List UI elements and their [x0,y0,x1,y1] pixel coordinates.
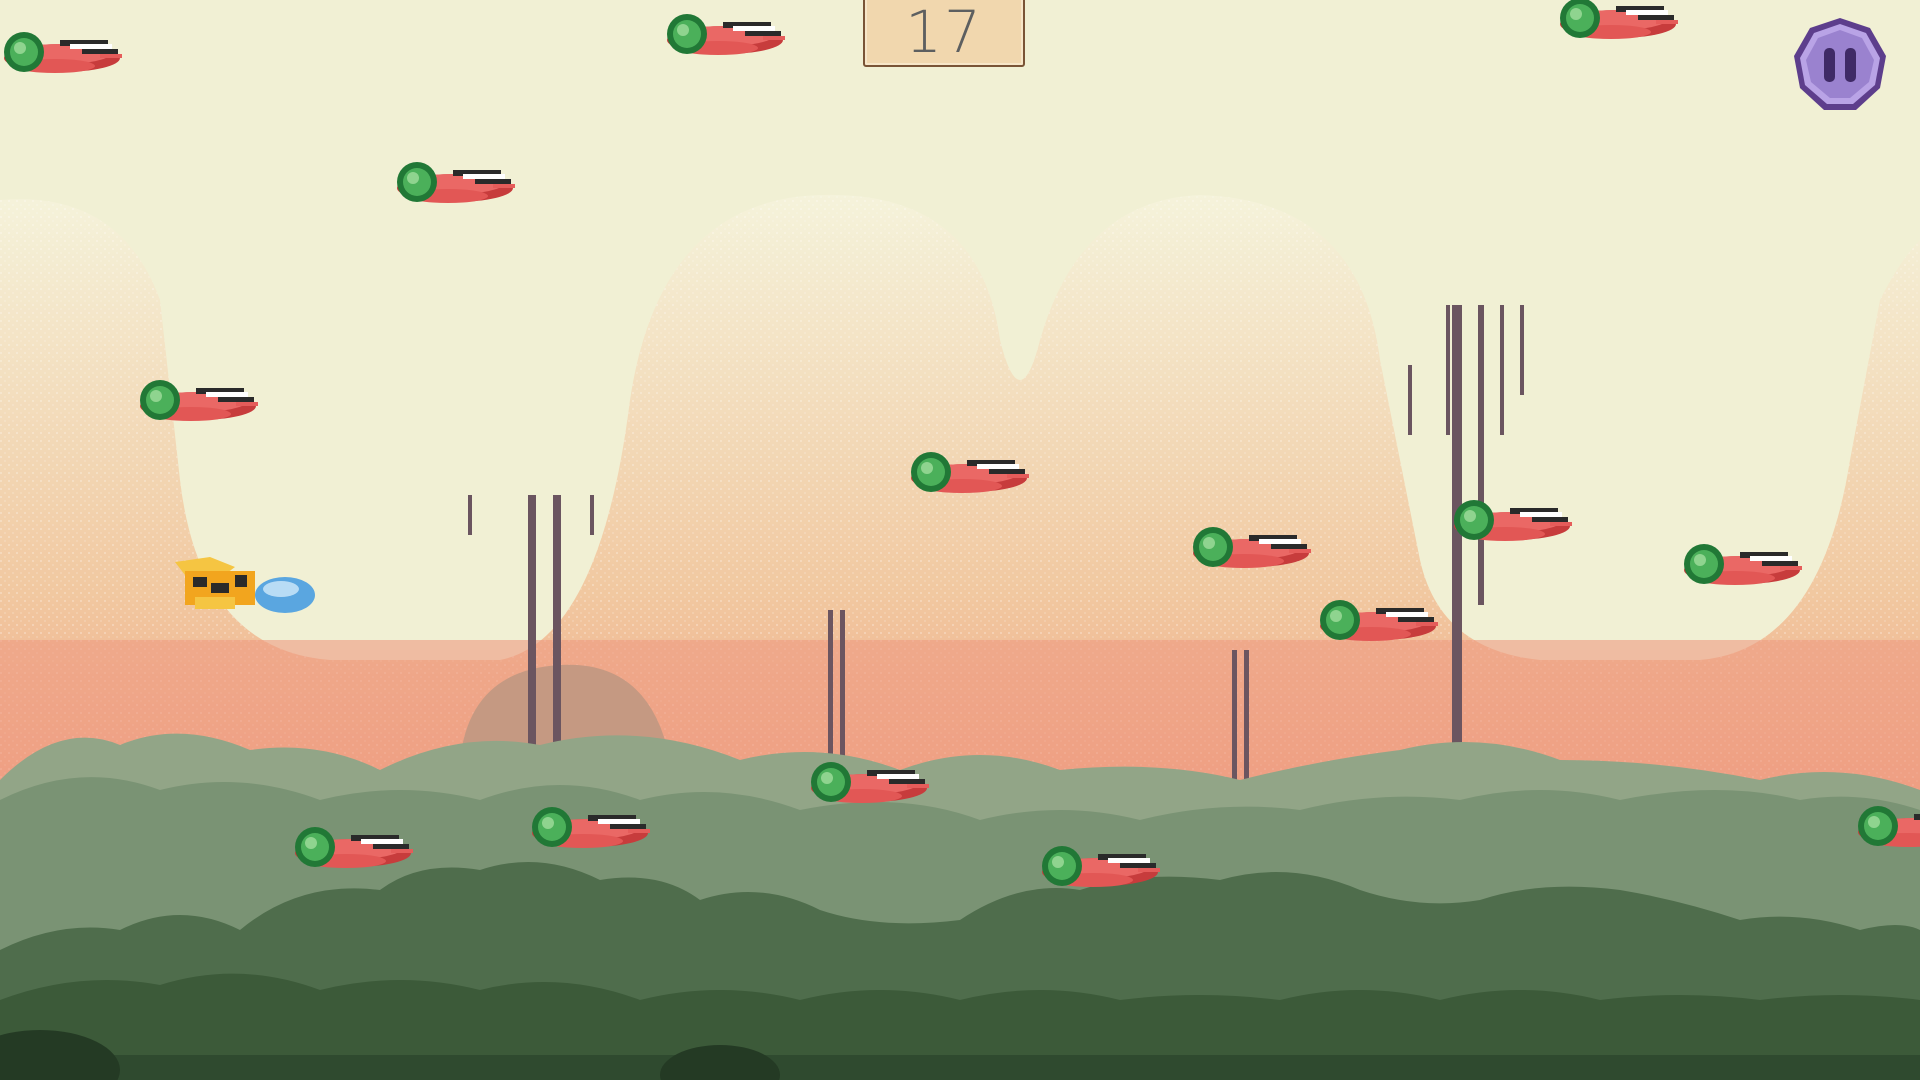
pause-icon [1794,18,1886,110]
pause-button[interactable] [1790,16,1890,116]
score-counter: 17 [863,0,1025,67]
game-scene [0,0,1920,1080]
